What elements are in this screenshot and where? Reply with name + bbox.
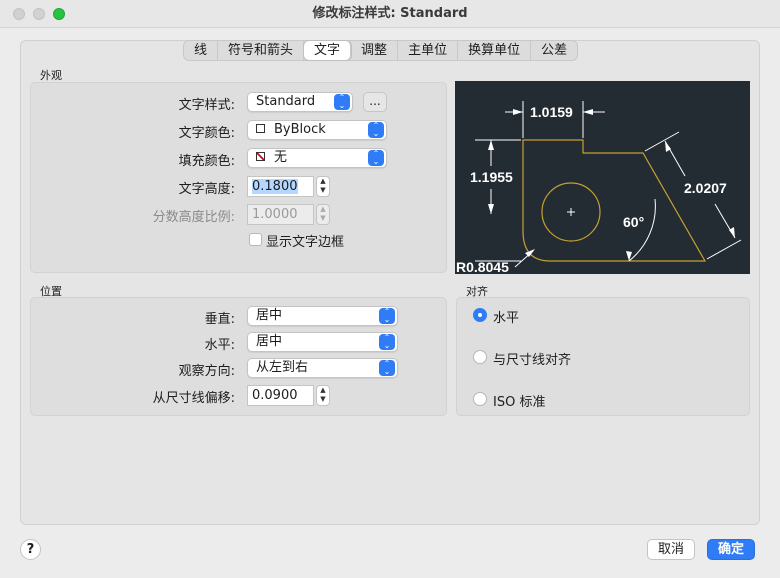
chevron-updown-icon: ⌃ ⌄ bbox=[379, 360, 395, 376]
chevron-updown-icon: ⌃ ⌄ bbox=[368, 122, 384, 138]
fraction-height-label: 分数高度比例: bbox=[152, 210, 235, 225]
align-with-dimline-radio[interactable] bbox=[473, 350, 487, 364]
appearance-section-label: 外观 bbox=[40, 69, 62, 82]
align-horizontal-radio[interactable] bbox=[473, 308, 487, 322]
horizontal-label: 水平: bbox=[204, 338, 235, 353]
text-style-label: 文字样式: bbox=[178, 98, 235, 113]
fill-color-select[interactable]: 无 ⌃ ⌄ bbox=[247, 148, 387, 168]
text-height-label: 文字高度: bbox=[178, 182, 235, 197]
tab-bar: 线 符号和箭头 文字 调整 主单位 换算单位 公差 bbox=[183, 40, 579, 61]
vertical-select[interactable]: 居中 ⌃ ⌄ bbox=[247, 306, 398, 326]
text-style-browse-button[interactable]: ... bbox=[363, 92, 387, 112]
align-with-dimline-label: 与尺寸线对齐 bbox=[493, 353, 572, 368]
tab-fit[interactable]: 调整 bbox=[351, 41, 399, 60]
fraction-height-stepper: ▲ ▼ bbox=[316, 204, 330, 225]
preview-dim-top: 1.0159 bbox=[530, 104, 573, 120]
window-title: 修改标注样式: Standard bbox=[312, 6, 468, 21]
text-height-field[interactable]: 0.1800 bbox=[247, 176, 314, 197]
cancel-button[interactable]: 取消 bbox=[647, 539, 695, 560]
tab-symbols-arrows[interactable]: 符号和箭头 bbox=[218, 41, 305, 60]
preview-dim-left: 1.1955 bbox=[470, 169, 513, 185]
view-direction-label: 观察方向: bbox=[178, 364, 235, 379]
view-direction-select[interactable]: 从左到右 ⌃ ⌄ bbox=[247, 358, 398, 378]
white-swatch-icon bbox=[256, 124, 265, 133]
offset-field[interactable]: 0.0900 bbox=[247, 385, 314, 406]
preview-drawing: 1.0159 1.1955 2.0207 60° R0.8045 bbox=[456, 101, 742, 275]
tab-tolerances[interactable]: 公差 bbox=[531, 41, 577, 60]
horizontal-value: 居中 bbox=[256, 334, 283, 349]
preview-radius: R0.8045 bbox=[456, 259, 509, 274]
vertical-label: 垂直: bbox=[204, 312, 235, 327]
vertical-value: 居中 bbox=[256, 308, 283, 323]
chevron-updown-icon: ⌃ ⌄ bbox=[379, 308, 395, 324]
align-horizontal-label: 水平 bbox=[493, 311, 520, 326]
dialog-window: 修改标注样式: Standard 线 符号和箭头 文字 调整 主单位 换算单位 … bbox=[0, 0, 780, 578]
chevron-updown-icon: ⌃ ⌄ bbox=[334, 94, 350, 110]
fraction-height-field: 1.0000 bbox=[247, 204, 314, 225]
text-height-stepper[interactable]: ▲ ▼ bbox=[316, 176, 330, 197]
offset-label: 从尺寸线偏移: bbox=[152, 391, 235, 406]
preview-angle: 60° bbox=[623, 214, 644, 230]
tab-lines[interactable]: 线 bbox=[184, 41, 219, 60]
align-iso-label: ISO 标准 bbox=[493, 395, 546, 410]
text-color-label: 文字颜色: bbox=[178, 126, 235, 141]
offset-stepper[interactable]: ▲ ▼ bbox=[316, 385, 330, 406]
view-direction-value: 从左到右 bbox=[256, 360, 309, 375]
dimension-preview: 1.0159 1.1955 2.0207 60° R0.8045 bbox=[455, 81, 750, 275]
draw-frame-label: 显示文字边框 bbox=[266, 235, 345, 250]
text-style-select[interactable]: Standard ⌃ ⌄ bbox=[247, 92, 353, 112]
draw-frame-checkbox[interactable] bbox=[249, 233, 262, 246]
fill-color-value: 无 bbox=[274, 150, 288, 165]
chevron-updown-icon: ⌃ ⌄ bbox=[368, 150, 384, 166]
chevron-updown-icon: ⌃ ⌄ bbox=[379, 334, 395, 350]
align-iso-radio[interactable] bbox=[473, 392, 487, 406]
tab-primary-units[interactable]: 主单位 bbox=[398, 41, 459, 60]
title-bar: 修改标注样式: Standard bbox=[0, 0, 780, 28]
preview-dim-right: 2.0207 bbox=[684, 180, 727, 196]
text-style-value: Standard bbox=[256, 94, 316, 109]
text-color-value: ByBlock bbox=[274, 122, 326, 137]
fill-color-label: 填充颜色: bbox=[178, 154, 235, 169]
help-button[interactable]: ? bbox=[20, 539, 41, 560]
ok-button[interactable]: 确定 bbox=[707, 539, 755, 560]
tab-text[interactable]: 文字 bbox=[304, 41, 352, 60]
no-fill-swatch-icon bbox=[256, 152, 265, 161]
horizontal-select[interactable]: 居中 ⌃ ⌄ bbox=[247, 332, 398, 352]
text-color-select[interactable]: ByBlock ⌃ ⌄ bbox=[247, 120, 387, 140]
tab-alternate-units[interactable]: 换算单位 bbox=[458, 41, 532, 60]
text-height-value: 0.1800 bbox=[252, 179, 298, 194]
